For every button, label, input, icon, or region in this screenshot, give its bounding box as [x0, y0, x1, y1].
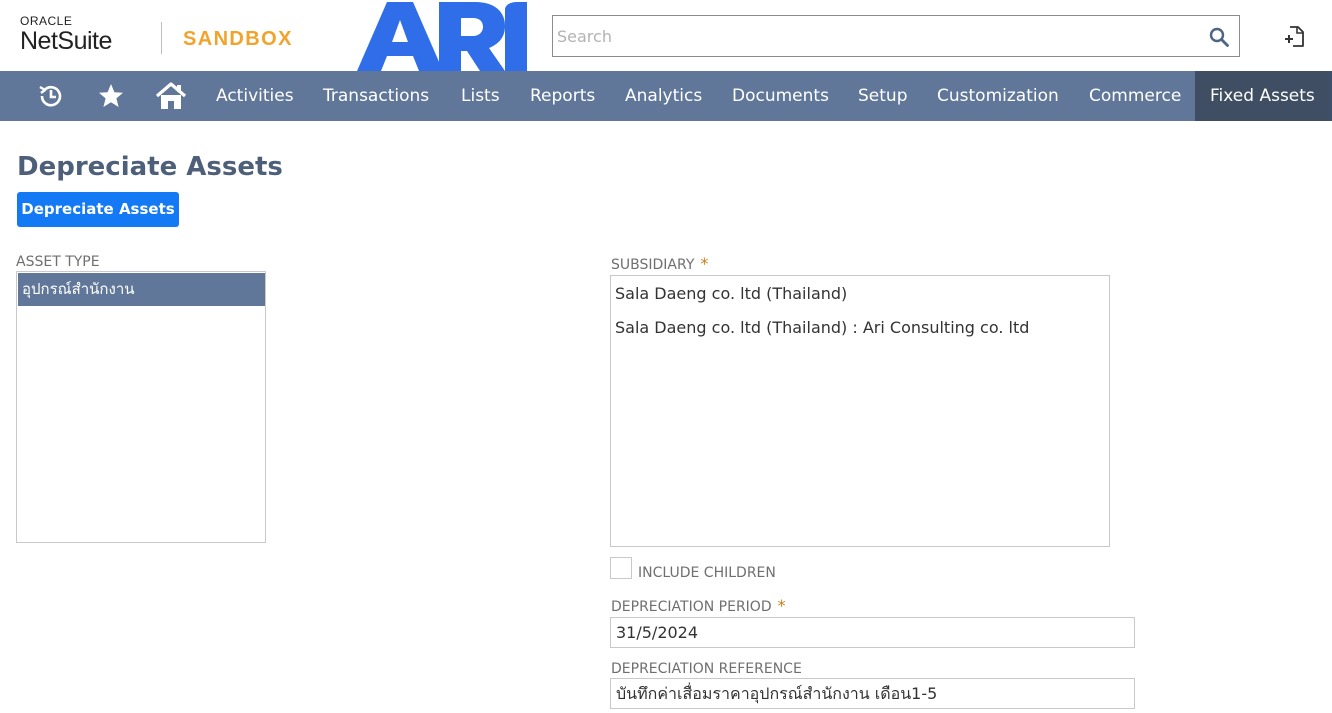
create-new-record-icon[interactable]	[1282, 24, 1306, 48]
subsidiary-option[interactable]: Sala Daeng co. ltd (Thailand) : Ari Cons…	[615, 317, 1029, 339]
netsuite-wordmark: NetSuite	[20, 27, 112, 55]
oracle-netsuite-logo[interactable]: ORACLE NetSuite	[20, 14, 112, 54]
main-navigation: Activities Transactions Lists Reports An…	[0, 71, 1332, 121]
oracle-wordmark: ORACLE	[20, 14, 73, 28]
sandbox-badge: SANDBOX	[183, 28, 293, 50]
nav-commerce[interactable]: Commerce	[1089, 71, 1181, 121]
include-children-checkbox[interactable]	[610, 557, 632, 579]
page-title: Depreciate Assets	[17, 152, 283, 182]
search-input[interactable]	[557, 24, 1197, 48]
depreciation-period-field[interactable]: 31/5/2024	[610, 617, 1135, 648]
required-marker: *	[777, 596, 786, 615]
nav-documents[interactable]: Documents	[732, 71, 829, 121]
subsidiary-option[interactable]: Sala Daeng co. ltd (Thailand)	[615, 283, 847, 305]
depreciate-assets-button[interactable]: Depreciate Assets	[17, 192, 179, 227]
nav-transactions[interactable]: Transactions	[323, 71, 429, 121]
depreciation-reference-field[interactable]: บันทึกค่าเสื่อมราคาอุปกรณ์สำนักงาน เดือน…	[610, 678, 1135, 709]
ari-company-logo	[357, 2, 527, 71]
global-search[interactable]	[552, 15, 1240, 57]
asset-type-multiselect[interactable]: อุปกรณ์สำนักงาน	[16, 271, 266, 543]
asset-type-label: ASSET TYPE	[16, 254, 100, 270]
include-children-label: INCLUDE CHILDREN	[638, 565, 776, 581]
asset-type-option[interactable]: อุปกรณ์สำนักงาน	[18, 273, 265, 306]
home-icon[interactable]	[153, 71, 189, 121]
nav-analytics[interactable]: Analytics	[625, 71, 702, 121]
nav-fixed-assets[interactable]: Fixed Assets	[1195, 71, 1329, 121]
nav-activities[interactable]: Activities	[216, 71, 294, 121]
subsidiary-label: SUBSIDIARY *	[611, 255, 708, 274]
depreciation-reference-label: DEPRECIATION REFERENCE	[611, 661, 802, 677]
search-icon[interactable]	[1209, 27, 1229, 47]
depreciation-period-label: DEPRECIATION PERIOD *	[611, 597, 786, 616]
header-divider	[161, 22, 162, 54]
recent-records-icon[interactable]	[34, 71, 68, 121]
required-marker: *	[700, 254, 709, 273]
depreciation-period-label-text: DEPRECIATION PERIOD	[611, 599, 772, 615]
subsidiary-label-text: SUBSIDIARY	[611, 257, 695, 273]
global-header: ORACLE NetSuite SANDBOX	[0, 0, 1332, 71]
nav-reports[interactable]: Reports	[530, 71, 595, 121]
nav-customization[interactable]: Customization	[937, 71, 1059, 121]
favorites-star-icon[interactable]	[94, 71, 128, 121]
subsidiary-multiselect[interactable]: Sala Daeng co. ltd (Thailand) Sala Daeng…	[610, 275, 1110, 547]
nav-setup[interactable]: Setup	[858, 71, 907, 121]
nav-lists[interactable]: Lists	[461, 71, 500, 121]
